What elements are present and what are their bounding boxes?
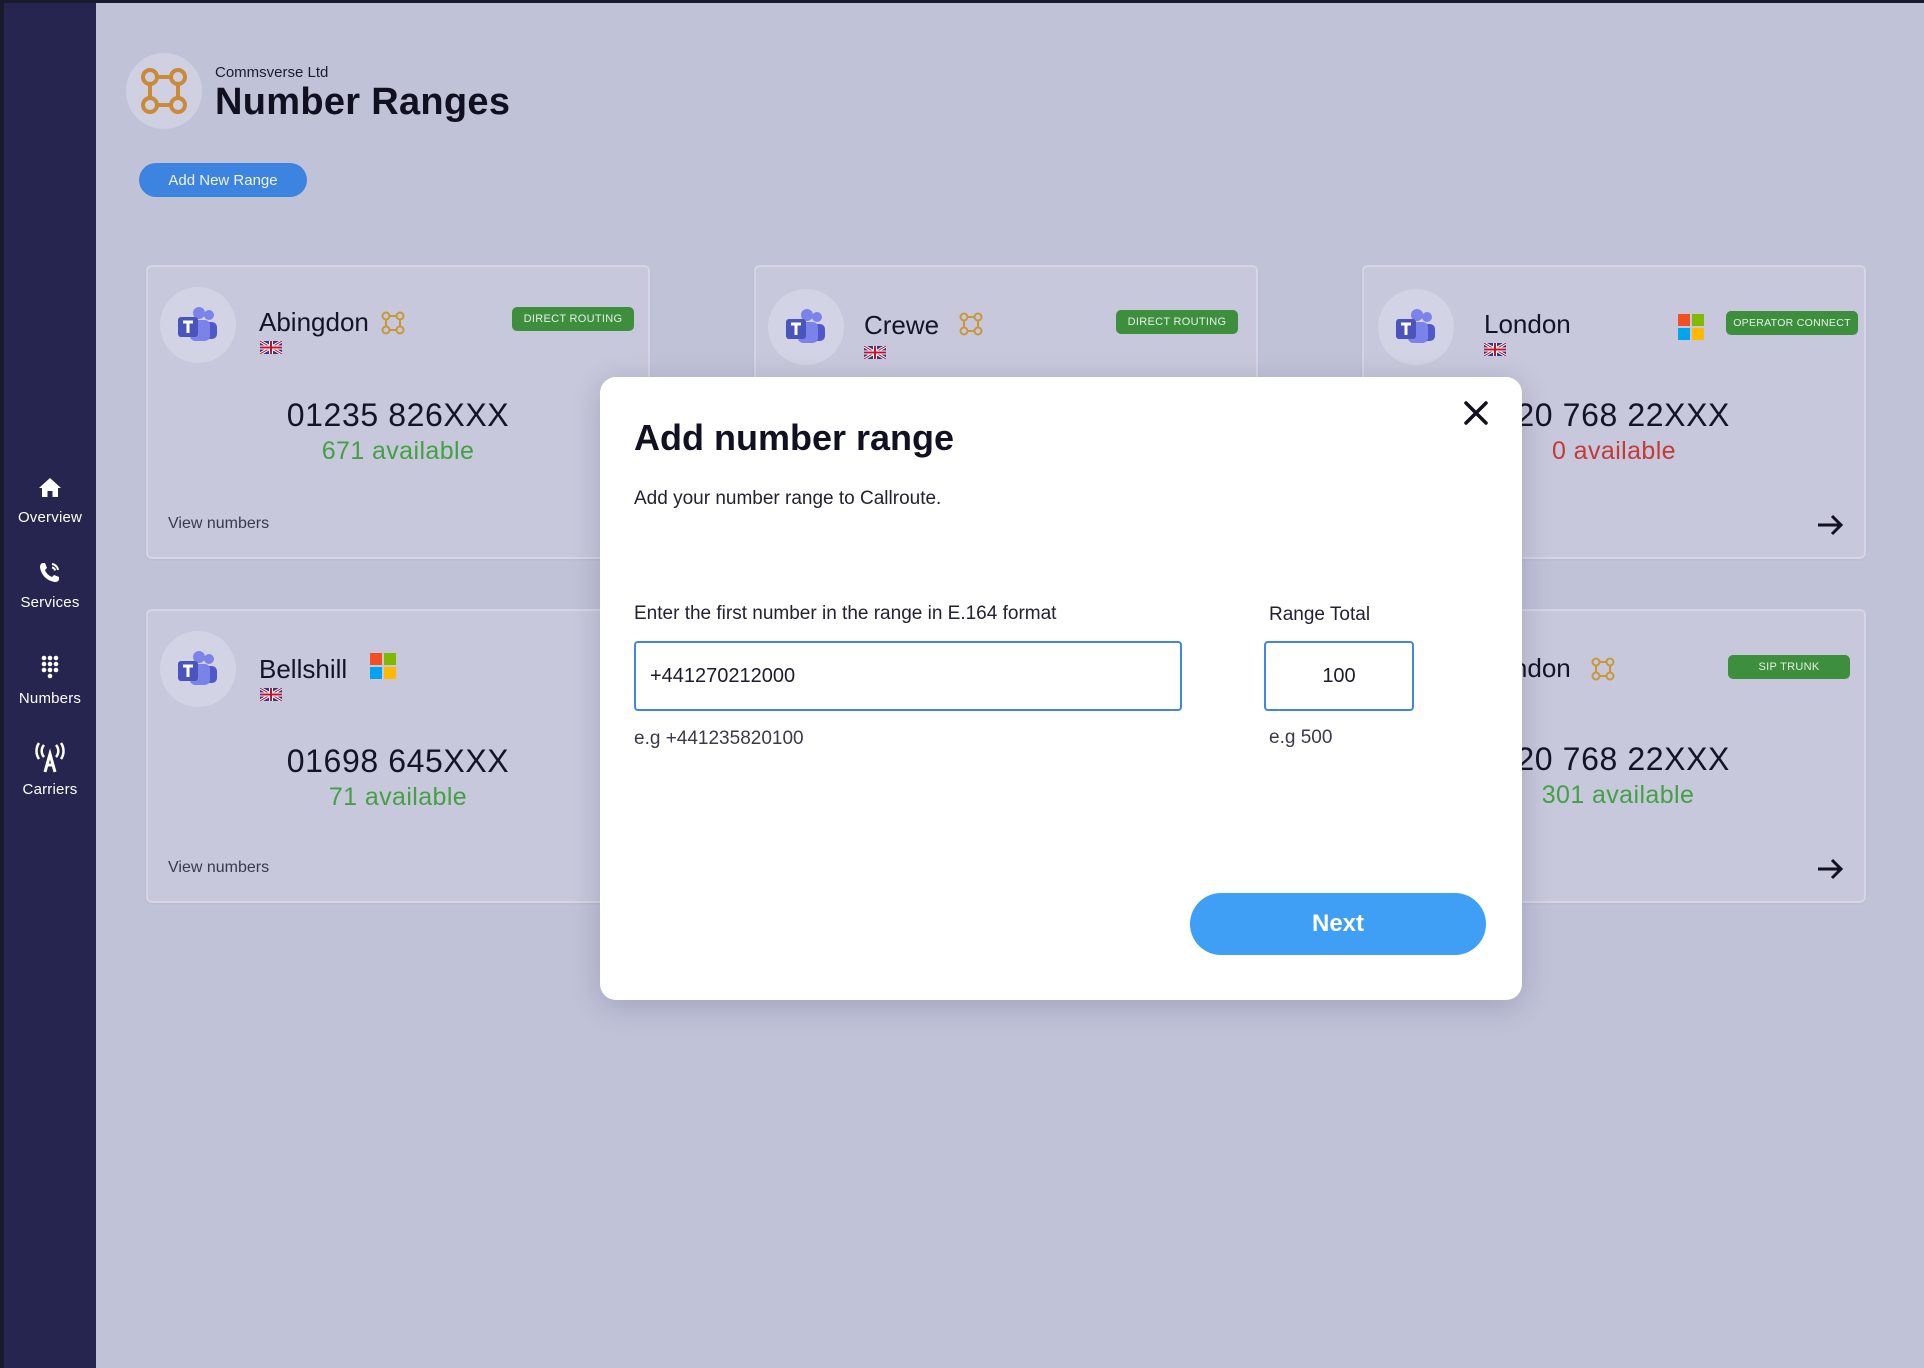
org-name: Commsverse Ltd [215, 64, 329, 81]
first-number-input[interactable] [634, 641, 1182, 711]
range-total-input[interactable] [1264, 641, 1414, 711]
sidebar-item-carriers[interactable]: Carriers [4, 741, 96, 799]
route-type-badge: SIP TRUNK [1728, 655, 1850, 679]
range-number: 01235 826XXX [286, 397, 510, 433]
sidebar-item-label: Carriers [22, 781, 78, 798]
dialog-title: Add number range [634, 417, 955, 458]
route-type-badge: DIRECT ROUTING [1116, 310, 1238, 334]
sidebar-item-label: Overview [17, 509, 83, 526]
card-location-name: London [1484, 309, 1571, 339]
uk-flag-icon [1484, 343, 1506, 356]
add-number-range-dialog: Add number range Add your number range t… [600, 377, 1522, 1000]
sidebar-item-services[interactable]: Services [4, 558, 96, 612]
sidebar-item-overview[interactable]: Overview [4, 473, 96, 527]
view-numbers-link[interactable]: View numbers [168, 859, 269, 877]
direct-routing-icon [959, 312, 983, 336]
first-number-hint: e.g +441235820100 [634, 728, 804, 749]
phone-icon [40, 563, 59, 582]
dialpad-icon [41, 655, 59, 679]
teams-icon [178, 651, 217, 685]
uk-flag-icon [864, 346, 886, 359]
sidebar: Overview Services Numbers Carriers [4, 3, 96, 1368]
available-count: 671 available [321, 437, 475, 465]
range-total-label: Range Total [1269, 604, 1371, 625]
next-button[interactable]: Next [1190, 893, 1486, 955]
routing-logo-icon [141, 68, 187, 114]
direct-routing-icon [1591, 657, 1615, 681]
main-content: Commsverse Ltd Number Ranges Add New Ran… [96, 3, 1924, 1368]
uk-flag-icon [260, 688, 282, 701]
first-number-label: Enter the first number in the range in E… [634, 603, 1057, 624]
teams-avatar [1378, 289, 1454, 365]
range-number: 01698 645XXX [286, 743, 510, 779]
route-type-badge: OPERATOR CONNECT [1726, 311, 1858, 335]
card-location-name: Crewe [864, 310, 940, 340]
sidebar-item-label: Numbers [18, 690, 82, 707]
teams-icon [178, 307, 217, 341]
antenna-icon [35, 742, 65, 773]
teams-avatar [160, 631, 236, 707]
view-numbers-link[interactable]: View numbers [168, 515, 269, 533]
sidebar-item-numbers[interactable]: Numbers [4, 654, 96, 708]
microsoft-icon [1678, 314, 1704, 340]
teams-avatar [768, 289, 844, 365]
arrow-right-icon[interactable] [1814, 855, 1846, 883]
uk-flag-icon [260, 341, 282, 354]
card-location-name: Abingdon [259, 307, 369, 337]
range-card[interactable]: Bellshill 01698 645XXX 71 available View… [146, 609, 650, 903]
teams-avatar [160, 287, 236, 363]
direct-routing-icon [381, 311, 405, 335]
arrow-right-icon[interactable] [1814, 511, 1846, 539]
add-new-range-button[interactable]: Add New Range [139, 163, 307, 197]
home-icon [39, 478, 61, 497]
teams-icon [1396, 309, 1435, 343]
teams-icon [786, 309, 825, 343]
range-card[interactable]: Abingdon DIRECT ROUTING 01235 826XXX 671… [146, 265, 650, 559]
available-count: 71 available [328, 783, 468, 811]
page-title: Number Ranges [215, 81, 511, 123]
sidebar-item-label: Services [20, 594, 80, 611]
microsoft-icon [370, 653, 396, 679]
app-window: Overview Services Numbers Carriers Comms… [4, 3, 1924, 1368]
brand-logo [126, 53, 202, 129]
dialog-subtitle: Add your number range to Callroute. [634, 488, 942, 509]
card-location-name: Bellshill [259, 654, 348, 684]
close-icon[interactable] [1458, 395, 1494, 431]
route-type-badge: DIRECT ROUTING [512, 307, 634, 331]
range-total-hint: e.g 500 [1269, 727, 1333, 748]
